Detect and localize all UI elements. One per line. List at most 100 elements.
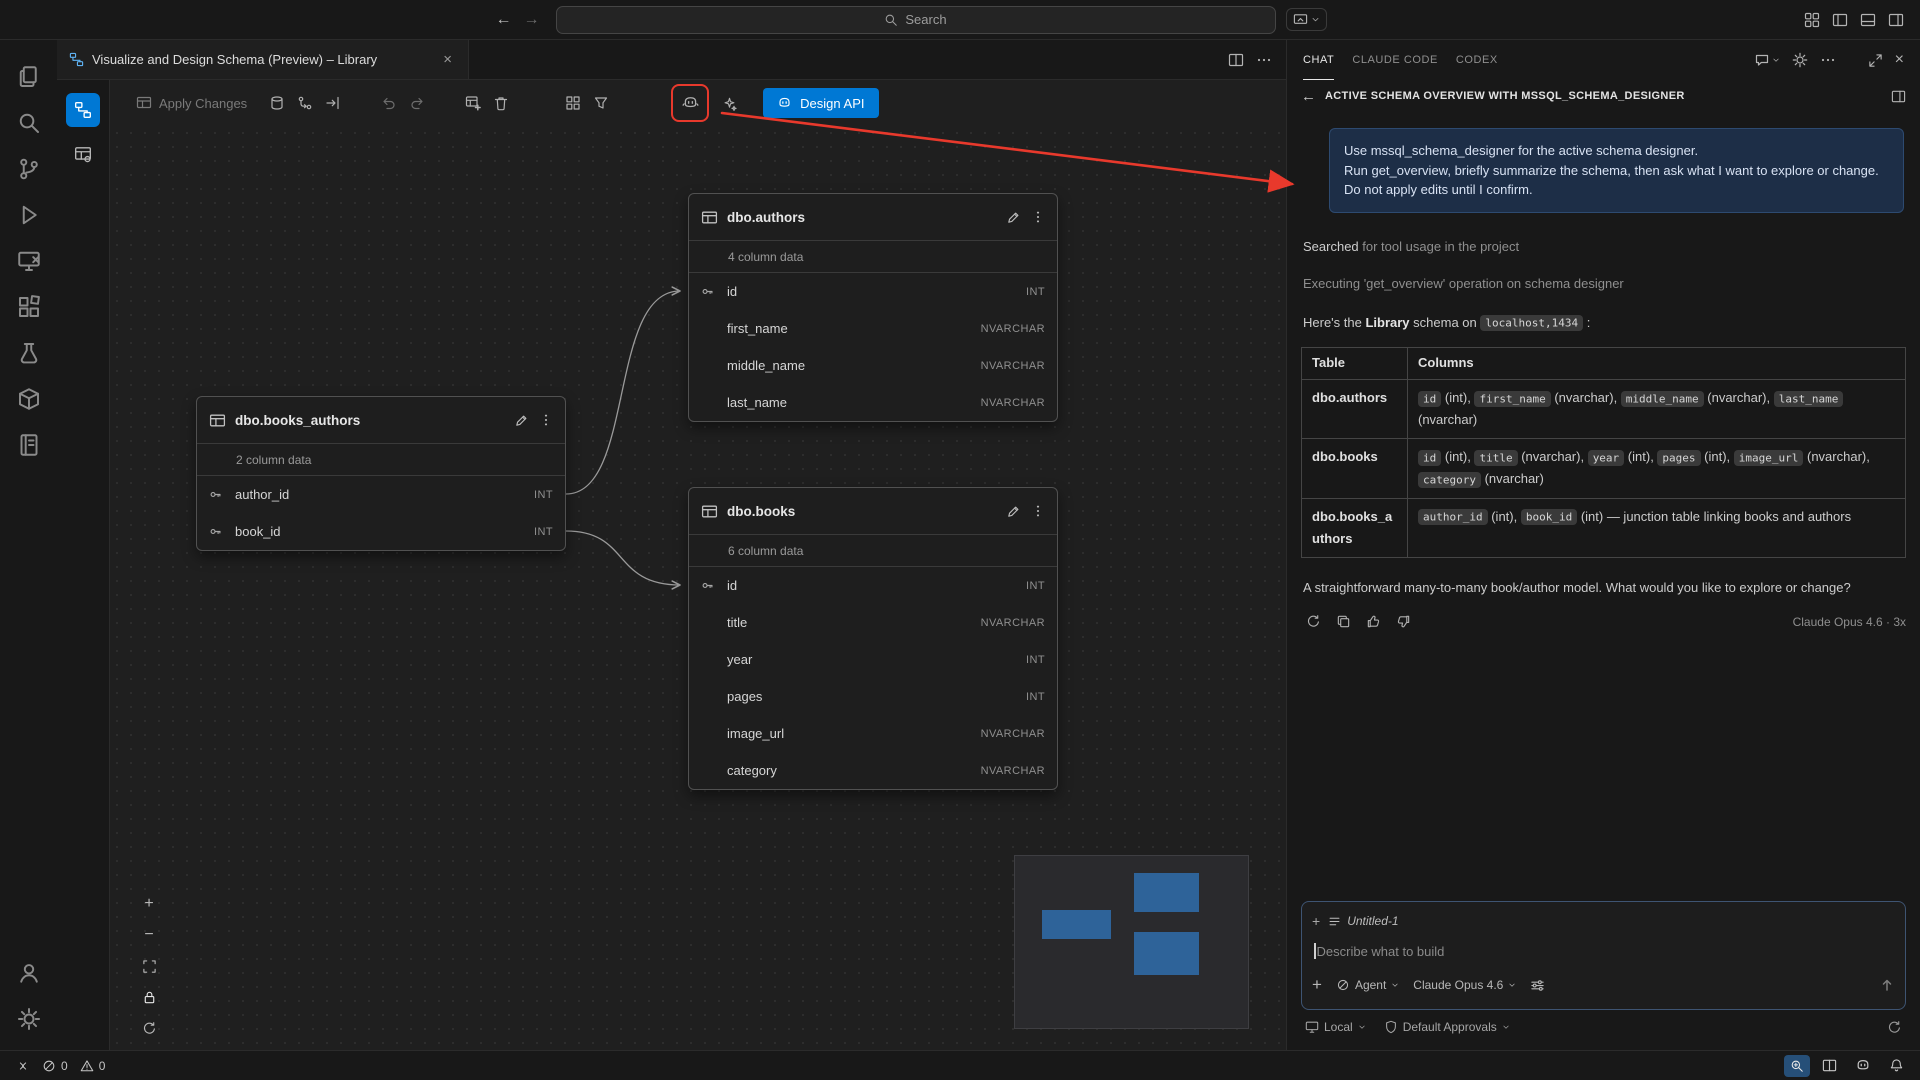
zoom-out-button[interactable]: − [138,924,160,946]
column-row[interactable]: pagesINT [689,678,1057,715]
table-more-icon[interactable] [539,413,553,427]
column-row[interactable]: categoryNVARCHAR [689,752,1057,789]
editor-layout-status-icon[interactable] [1816,1055,1843,1077]
chat-history-icon[interactable] [1754,52,1780,68]
copilot-status-icon[interactable] [1849,1055,1877,1077]
copy-icon[interactable] [1333,612,1353,632]
toggle-sidebar-icon[interactable] [1832,12,1848,28]
column-row[interactable]: author_idINT [197,476,565,513]
redo-icon[interactable] [403,89,431,117]
send-icon[interactable] [1879,977,1895,993]
environment-dropdown[interactable]: Local [1305,1020,1366,1034]
copilot-icon[interactable] [676,89,704,117]
table-designer-view-button[interactable] [66,137,100,171]
tab-codex[interactable]: CODEX [1456,40,1498,80]
tools-sliders-icon[interactable] [1530,978,1545,993]
canvas-minimap[interactable] [1014,855,1249,1029]
column-row[interactable]: last_nameNVARCHAR [689,384,1057,421]
notebook-icon[interactable] [6,422,52,468]
packages-icon[interactable] [6,376,52,422]
delete-table-icon[interactable] [487,89,515,117]
tab-schema-designer[interactable]: Visualize and Design Schema (Preview) – … [57,40,469,79]
edit-table-icon[interactable] [1006,210,1021,225]
server-disconnected-icon[interactable] [6,238,52,284]
back-button[interactable]: ← [490,6,518,34]
split-editor-icon[interactable] [1228,52,1244,68]
tab-chat[interactable]: CHAT [1303,40,1334,80]
testing-icon[interactable] [6,330,52,376]
session-history-icon[interactable] [1887,1020,1902,1035]
edit-table-icon[interactable] [514,413,529,428]
open-editor-layout-icon[interactable] [1891,89,1906,104]
thumbs-down-icon[interactable] [1393,612,1413,632]
toggle-panel-icon[interactable] [1860,12,1876,28]
add-table-icon[interactable] [459,89,487,117]
warnings-indicator[interactable]: 0 [74,1055,112,1077]
tab-claude-code[interactable]: CLAUDE CODE [1352,40,1438,80]
approvals-dropdown[interactable]: Default Approvals [1384,1020,1510,1034]
notifications-bell-icon[interactable] [1883,1055,1910,1077]
table-node-books-authors[interactable]: dbo.books_authors 2 column data author_i… [196,396,566,551]
chat-input-card[interactable]: + Untitled-1 Describe what to build + [1301,901,1906,1010]
sync-icon[interactable] [138,1017,160,1039]
source-control-icon[interactable] [6,146,52,192]
add-context-icon[interactable]: + [1312,913,1320,929]
filter-icon[interactable] [587,89,615,117]
export-icon[interactable] [319,89,347,117]
forward-button[interactable]: → [518,6,546,34]
context-file-chip[interactable]: Untitled-1 [1328,914,1398,928]
sparkle-edit-icon[interactable] [715,89,743,117]
remote-indicator[interactable] [10,1055,36,1077]
settings-gear-icon[interactable] [6,996,52,1042]
schema-canvas[interactable]: dbo.authors 4 column data idINTfirst_nam… [110,126,1286,1050]
customize-layout-icon[interactable] [1804,12,1820,28]
extensions-icon[interactable] [6,284,52,330]
screen-share-button[interactable] [1286,8,1327,31]
column-row[interactable]: image_urlNVARCHAR [689,715,1057,752]
model-picker-dropdown[interactable]: Claude Opus 4.6 [1413,978,1516,992]
zoom-in-button[interactable]: + [138,893,160,915]
schema-diagram-view-button[interactable] [66,93,100,127]
zoom-status-icon[interactable] [1784,1055,1810,1077]
chat-settings-gear-icon[interactable] [1792,52,1808,68]
table-more-icon[interactable] [1031,210,1045,224]
column-row[interactable]: book_idINT [197,513,565,550]
column-row[interactable]: middle_nameNVARCHAR [689,347,1057,384]
design-api-button[interactable]: Design API [763,88,878,118]
maximize-panel-icon[interactable] [1868,53,1883,68]
publish-icon[interactable] [263,89,291,117]
command-center-search[interactable]: Search [556,6,1276,34]
back-icon[interactable]: ← [1301,88,1316,105]
toggle-secondary-sidebar-icon[interactable] [1888,12,1904,28]
auto-layout-icon[interactable] [559,89,587,117]
column-row[interactable]: idINT [689,273,1057,310]
search-icon[interactable] [6,100,52,146]
close-panel-icon[interactable]: × [1895,52,1904,68]
accounts-icon[interactable] [6,950,52,996]
explorer-icon[interactable] [6,54,52,100]
column-row[interactable]: titleNVARCHAR [689,604,1057,641]
table-more-icon[interactable] [1031,504,1045,518]
undo-icon[interactable] [375,89,403,117]
column-row[interactable]: yearINT [689,641,1057,678]
compare-schema-icon[interactable] [291,89,319,117]
errors-indicator[interactable]: 0 [36,1055,74,1077]
attach-icon[interactable]: + [1312,975,1322,995]
more-actions-icon[interactable] [1256,52,1272,68]
column-name: image_url [727,726,784,741]
regenerate-icon[interactable] [1303,612,1323,632]
thumbs-up-icon[interactable] [1363,612,1383,632]
lock-icon[interactable] [138,986,160,1008]
apply-changes-button[interactable]: Apply Changes [130,89,253,117]
table-node-authors[interactable]: dbo.authors 4 column data idINTfirst_nam… [688,193,1058,422]
chat-more-icon[interactable] [1820,52,1836,68]
column-row[interactable]: idINT [689,567,1057,604]
column-row[interactable]: first_nameNVARCHAR [689,310,1057,347]
chat-text-input[interactable]: Describe what to build [1312,933,1895,969]
run-debug-icon[interactable] [6,192,52,238]
agent-mode-dropdown[interactable]: Agent [1336,978,1399,992]
tab-close-icon[interactable]: × [439,50,456,69]
edit-table-icon[interactable] [1006,504,1021,519]
fit-to-screen-icon[interactable] [138,955,160,977]
table-node-books[interactable]: dbo.books 6 column data idINTtitleNVARCH… [688,487,1058,790]
